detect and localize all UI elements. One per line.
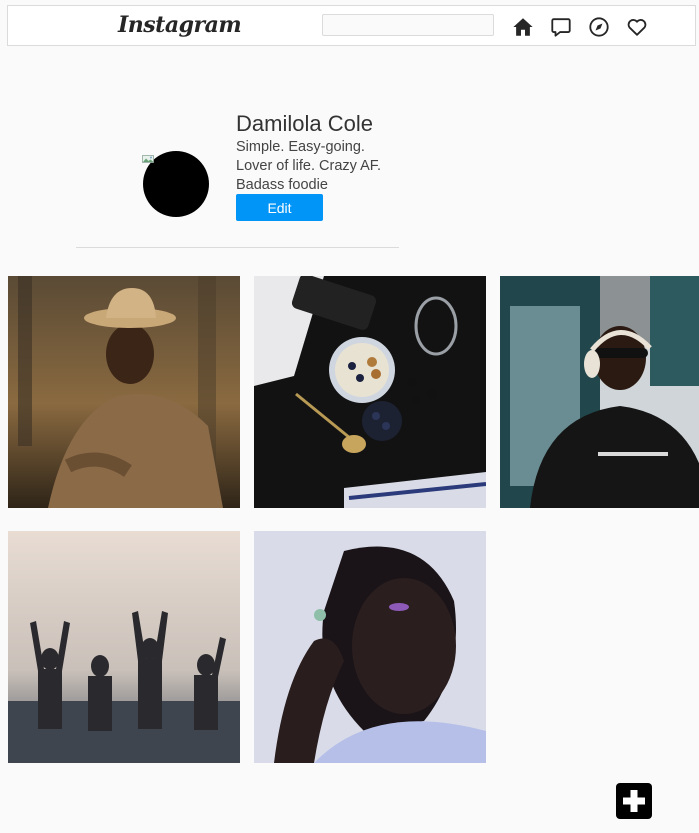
profile-avatar-container [142,151,209,217]
post-thumbnail-man-headphones[interactable] [500,276,699,508]
profile-bio: Simple. Easy-going. Lover of life. Crazy… [236,138,416,195]
add-post-button[interactable] [616,783,652,819]
broken-image-icon [142,155,154,163]
bio-line: Lover of life. Crazy AF. [236,158,382,174]
profile-divider [76,247,399,248]
bio-line: Badass foodie [236,177,328,193]
post-thumbnail-splashing-sea[interactable] [8,531,240,763]
bio-line: Simple. Easy-going. [236,139,365,155]
add-plus-icon [623,790,645,812]
post-thumbnail-woman-portrait[interactable] [254,531,486,763]
profile-name: Damilola Cole [236,111,373,136]
profile-header: Damilola Cole Simple. Easy-going. Lover … [0,0,699,260]
post-thumbnail-man-in-hat[interactable] [8,276,240,508]
post-thumbnail-food-bowl[interactable] [254,276,486,508]
edit-profile-button[interactable]: Edit [236,194,323,221]
